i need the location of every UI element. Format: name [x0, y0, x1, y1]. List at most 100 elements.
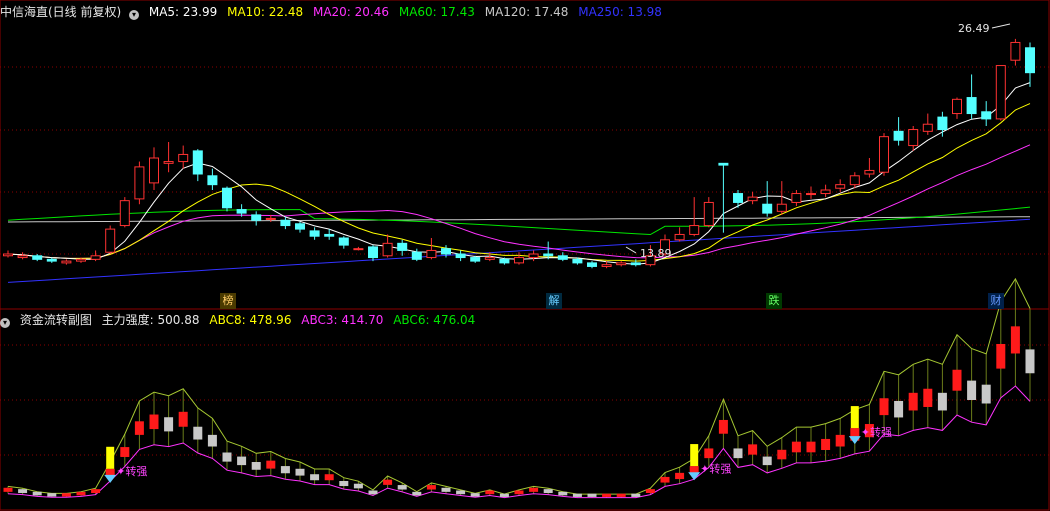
candle-body	[937, 116, 948, 131]
candle-body	[338, 237, 349, 246]
strength-bar	[529, 487, 539, 492]
main-header: 中信海直(日线 前复权) ▾ MA5: 23.99 MA10: 22.48 MA…	[0, 2, 668, 22]
candle-body	[995, 65, 1006, 120]
strength-bar	[3, 487, 13, 492]
strength-bar	[251, 462, 261, 470]
low-pointer	[625, 246, 637, 254]
candle-body	[76, 258, 86, 262]
strength-bar	[908, 392, 918, 411]
strength-bar	[47, 493, 57, 497]
candle-body	[879, 136, 889, 173]
candle-body	[353, 248, 364, 251]
strength-bar	[397, 485, 407, 490]
candle-body	[236, 209, 247, 214]
strength-bar	[324, 474, 334, 481]
strength-bar	[587, 493, 597, 497]
candle-body	[922, 123, 933, 132]
strength-bar	[967, 380, 977, 400]
candle-body	[280, 219, 291, 227]
stock-title: 中信海直(日线 前复权)	[0, 5, 122, 19]
ma5-line	[7, 82, 1031, 265]
candle-body	[776, 203, 787, 212]
strength-bar	[777, 449, 787, 460]
candle-body	[119, 200, 130, 227]
strength-bar	[353, 483, 363, 489]
candle-body	[368, 246, 378, 259]
strength-bar	[383, 479, 393, 485]
strength-bar	[485, 490, 495, 495]
candle-body	[908, 129, 919, 147]
candle-body	[192, 150, 203, 175]
strength-bar	[499, 493, 509, 497]
strength-bar	[280, 466, 290, 474]
strength-bar	[996, 343, 1006, 369]
candle-body	[893, 130, 904, 141]
strength-bar	[1025, 349, 1035, 374]
candle-body	[762, 203, 773, 214]
strength-bar	[689, 466, 699, 474]
strength-bar	[660, 476, 670, 483]
event-marker-4[interactable]: 财	[988, 293, 1004, 309]
strength-bar	[310, 474, 320, 481]
strength-bar	[937, 392, 947, 411]
strength-bar	[718, 419, 728, 434]
candle-body	[163, 161, 174, 164]
candle-body	[966, 97, 977, 115]
event-marker-2[interactable]: 解	[546, 293, 562, 309]
signal-label: ✦转强	[116, 464, 147, 478]
strength-bar	[207, 434, 217, 447]
signal-bar	[690, 444, 699, 467]
candle-body	[952, 98, 962, 115]
ma60-label: MA60: 17.43	[398, 5, 475, 19]
candle-body	[207, 175, 218, 186]
strength-bar	[1010, 326, 1020, 354]
signal-bar	[106, 446, 115, 469]
strength-bar	[164, 417, 174, 432]
candle-body	[251, 214, 262, 221]
strength-bar	[426, 485, 436, 490]
strength-bar	[339, 481, 349, 487]
abc3-label: ABC3: 414.70	[301, 313, 384, 327]
strength-bar	[806, 441, 816, 453]
dropdown-circle-icon[interactable]: ▾	[129, 10, 140, 20]
ma10-label: MA10: 22.48	[227, 5, 304, 19]
candle-body	[557, 255, 568, 260]
candle-body	[587, 262, 597, 267]
strength-bar	[675, 472, 685, 480]
strength-bar	[558, 491, 568, 496]
ma120-line	[7, 216, 1031, 223]
chart-canvas[interactable]: ✦转强 ✦转强 ✦转强 26.49 13.89	[0, 0, 1050, 511]
strength-bar	[923, 388, 933, 407]
strength-bar	[295, 468, 305, 476]
strength-bar	[76, 491, 86, 496]
candle-body	[105, 228, 116, 253]
candle-body	[134, 166, 145, 200]
candle-body	[90, 255, 101, 260]
strength-bar	[733, 448, 743, 459]
candle-body	[981, 111, 992, 120]
candle-body	[149, 157, 159, 184]
candle-body	[747, 196, 758, 202]
candle-body	[820, 189, 831, 195]
candle-body	[528, 253, 539, 259]
event-marker-1[interactable]: 榜	[220, 293, 236, 309]
candle-body	[791, 193, 802, 203]
sub-dropdown-circle-icon[interactable]: ▾	[0, 318, 10, 328]
candle-body	[616, 262, 627, 266]
candle-body	[1010, 41, 1021, 61]
event-marker-3[interactable]: 跌	[766, 293, 782, 309]
candle-body	[703, 201, 714, 227]
candle-body	[441, 248, 451, 255]
strength-bar	[149, 414, 159, 430]
candle-body	[630, 262, 641, 266]
candle-body	[849, 175, 860, 186]
strength-bar	[821, 438, 831, 450]
candle-body	[470, 257, 481, 262]
sub-header: ▾ 资金流转副图 主力强度: 500.88 ABC8: 478.96 ABC3:…	[0, 310, 481, 330]
candle-body	[806, 193, 816, 196]
candle-body	[17, 255, 28, 259]
candle-body	[572, 258, 583, 264]
candle-body	[178, 153, 189, 163]
candle-body	[718, 162, 729, 166]
candle-body	[3, 253, 13, 257]
